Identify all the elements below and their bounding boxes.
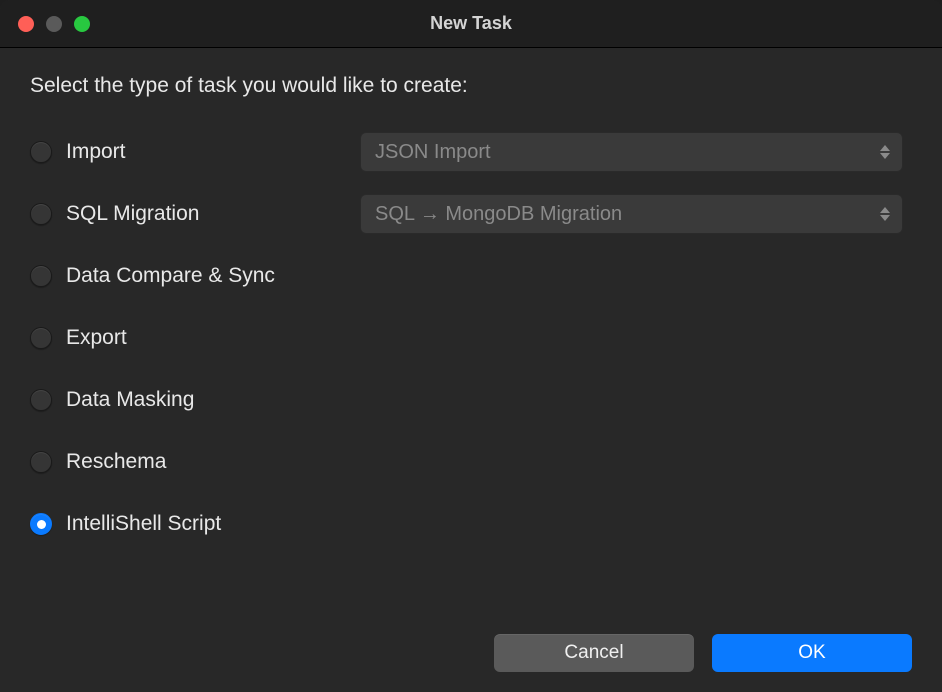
option-intellishell: IntelliShell Script — [30, 510, 912, 538]
radio-button-icon — [30, 265, 52, 287]
ok-button[interactable]: OK — [712, 634, 912, 672]
radio-label: Reschema — [66, 450, 166, 474]
radio-label: Data Compare & Sync — [66, 264, 275, 288]
titlebar: New Task — [0, 0, 942, 48]
radio-button-icon — [30, 389, 52, 411]
minimize-icon[interactable] — [46, 16, 62, 32]
new-task-dialog: New Task Select the type of task you wou… — [0, 0, 942, 692]
radio-reschema[interactable]: Reschema — [30, 450, 360, 474]
radio-label: IntelliShell Script — [66, 512, 221, 536]
option-reschema: Reschema — [30, 448, 912, 476]
radio-button-icon — [30, 513, 52, 535]
dialog-content: Select the type of task you would like t… — [0, 48, 942, 692]
option-data-masking: Data Masking — [30, 386, 912, 414]
chevron-updown-icon — [880, 145, 890, 159]
radio-button-icon — [30, 451, 52, 473]
close-icon[interactable] — [18, 16, 34, 32]
window-title: New Task — [0, 13, 942, 34]
dropdown-value: JSON Import — [375, 141, 491, 164]
option-export: Export — [30, 324, 912, 352]
chevron-updown-icon — [880, 207, 890, 221]
option-import: Import JSON Import — [30, 138, 912, 166]
radio-export[interactable]: Export — [30, 326, 360, 350]
radio-button-icon — [30, 203, 52, 225]
radio-sql-migration[interactable]: SQL Migration — [30, 202, 360, 226]
radio-label: Data Masking — [66, 388, 194, 412]
prompt-text: Select the type of task you would like t… — [30, 74, 912, 98]
radio-label: SQL Migration — [66, 202, 199, 226]
radio-button-icon — [30, 327, 52, 349]
cancel-button[interactable]: Cancel — [494, 634, 694, 672]
option-data-compare: Data Compare & Sync — [30, 262, 912, 290]
dialog-footer: Cancel OK — [30, 614, 912, 672]
option-sql-migration: SQL Migration SQL → MongoDB Migration — [30, 200, 912, 228]
maximize-icon[interactable] — [74, 16, 90, 32]
dropdown-value: SQL → MongoDB Migration — [375, 203, 622, 226]
radio-label: Export — [66, 326, 127, 350]
import-type-dropdown[interactable]: JSON Import — [360, 132, 903, 172]
radio-import[interactable]: Import — [30, 140, 360, 164]
sql-migration-type-dropdown[interactable]: SQL → MongoDB Migration — [360, 194, 903, 234]
radio-data-masking[interactable]: Data Masking — [30, 388, 360, 412]
radio-intellishell[interactable]: IntelliShell Script — [30, 512, 360, 536]
traffic-lights — [0, 16, 90, 32]
task-options: Import JSON Import SQL Migration SQL → M… — [30, 138, 912, 538]
radio-data-compare[interactable]: Data Compare & Sync — [30, 264, 360, 288]
radio-label: Import — [66, 140, 126, 164]
radio-button-icon — [30, 141, 52, 163]
